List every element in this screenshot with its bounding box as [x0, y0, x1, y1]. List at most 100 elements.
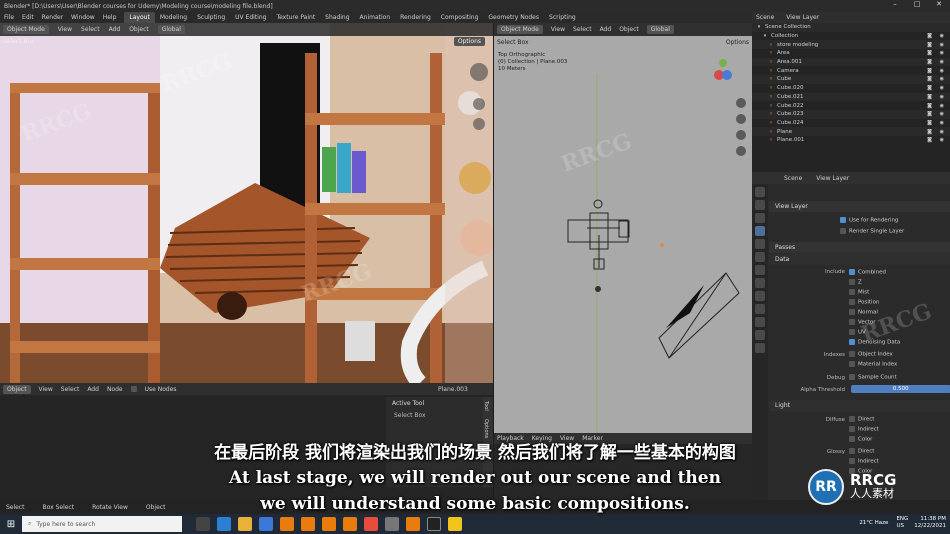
close-icon[interactable]: ✕ — [928, 0, 950, 8]
render-toggle-icon[interactable]: ◙ — [927, 50, 932, 56]
alpha-threshold-slider[interactable]: 0.500 — [850, 385, 950, 393]
menu-add-nodes[interactable]: Add — [87, 386, 99, 393]
task-view-icon[interactable] — [196, 517, 210, 531]
particles-tab-icon[interactable] — [755, 291, 765, 301]
terminal-icon[interactable] — [427, 517, 441, 531]
include-pass-checkbox[interactable] — [849, 299, 855, 305]
render-toggle-icon[interactable]: ◙ — [927, 76, 932, 82]
visibility-eye-icon[interactable]: ◉ — [940, 68, 944, 74]
viewport-3d-top-ortho[interactable]: Object Mode View Select Add Object Globa… — [494, 23, 752, 433]
select-box-label[interactable]: Select Box — [3, 38, 35, 45]
output-tab-icon[interactable] — [755, 213, 765, 223]
blender-icon-5[interactable] — [406, 517, 420, 531]
edge-icon[interactable] — [217, 517, 231, 531]
include-pass-checkbox[interactable] — [849, 339, 855, 345]
material-index-checkbox[interactable] — [849, 361, 855, 367]
menu-window[interactable]: Window — [71, 14, 95, 21]
use-for-rendering-checkbox[interactable] — [840, 217, 846, 223]
include-pass-toggle[interactable]: Normal — [849, 309, 878, 316]
tab-scripting[interactable]: Scripting — [544, 12, 581, 23]
render-toggle-icon[interactable]: ◙ — [927, 129, 932, 135]
include-pass-checkbox[interactable] — [849, 279, 855, 285]
tab-texture-paint[interactable]: Texture Paint — [271, 12, 320, 23]
outliner-row[interactable]: ▿ Cube.022 ◙ ◉ — [752, 101, 950, 110]
menu-select-right[interactable]: Select — [573, 26, 592, 33]
render-toggle-icon[interactable]: ◙ — [927, 59, 932, 65]
outliner-row[interactable]: ▿ store modeling ◙ ◉ — [752, 40, 950, 50]
visibility-eye-icon[interactable]: ◉ — [940, 42, 944, 48]
scene-tab-icon[interactable] — [755, 239, 765, 249]
visibility-eye-icon[interactable]: ◉ — [940, 76, 944, 82]
section-data[interactable]: Data — [769, 254, 950, 265]
language-indicator[interactable]: ENG US — [896, 516, 908, 530]
diffuse-direct-checkbox[interactable] — [849, 416, 855, 422]
menu-select[interactable]: Select — [81, 26, 100, 33]
menu-help[interactable]: Help — [103, 14, 117, 21]
outliner-row[interactable]: ▾ Scene Collection — [752, 23, 950, 32]
tab-rendering[interactable]: Rendering — [395, 12, 436, 23]
outliner-row[interactable]: ▿ Cube ◙ ◉ — [752, 75, 950, 84]
visibility-eye-icon[interactable]: ◉ — [940, 94, 944, 100]
diffuse-indirect-checkbox[interactable] — [849, 426, 855, 432]
orientation-dropdown-right[interactable]: Global — [646, 25, 674, 34]
store-icon[interactable] — [259, 517, 273, 531]
visibility-eye-icon[interactable]: ◉ — [940, 59, 944, 65]
include-pass-toggle[interactable]: Mist — [849, 289, 869, 296]
tab-modeling[interactable]: Modeling — [155, 12, 192, 23]
view-layer-tab-icon[interactable] — [755, 226, 765, 236]
tab-layout[interactable]: Layout — [124, 12, 155, 23]
outliner-row[interactable]: ▿ Plane.001 ◙ ◉ — [752, 136, 950, 145]
orientation-dropdown[interactable]: Global — [157, 25, 185, 34]
tab-tool[interactable]: Tool — [483, 401, 489, 411]
outliner-row[interactable]: ▿ Area.001 ◙ ◉ — [752, 57, 950, 67]
include-pass-toggle[interactable]: Combined — [849, 269, 886, 276]
visibility-eye-icon[interactable]: ◉ — [940, 33, 944, 39]
constraints-tab-icon[interactable] — [755, 317, 765, 327]
outliner-row[interactable]: ▿ Camera ◙ ◉ — [752, 66, 950, 75]
menu-select-nodes[interactable]: Select — [61, 386, 80, 393]
render-toggle-icon[interactable]: ◙ — [927, 42, 932, 48]
file-explorer-icon[interactable] — [238, 517, 252, 531]
breadcrumb-view-layer[interactable]: View Layer — [816, 175, 849, 182]
navigation-gizmo[interactable] — [470, 63, 488, 81]
menu-add[interactable]: Add — [109, 26, 121, 33]
tab-compositing[interactable]: Compositing — [436, 12, 484, 23]
outliner-row[interactable]: ▿ Cube.024 ◙ ◉ — [752, 119, 950, 128]
pan-icon[interactable] — [473, 118, 485, 130]
tool-tab-icon[interactable] — [755, 187, 765, 197]
menu-view-nodes[interactable]: View — [39, 386, 53, 393]
menu-node[interactable]: Node — [107, 386, 123, 393]
diffuse-indirect-toggle[interactable]: Indirect — [849, 426, 879, 433]
active-tool-title[interactable]: Active Tool — [386, 397, 483, 410]
outliner-row[interactable]: ▾ Collection ◙ ◉ — [752, 32, 950, 41]
render-single-layer-toggle[interactable]: Render Single Layer — [840, 228, 904, 235]
options-dropdown[interactable]: Options — [453, 37, 485, 46]
object-index-checkbox[interactable] — [849, 351, 855, 357]
sample-count-checkbox[interactable] — [849, 374, 855, 380]
outliner-view-layer[interactable]: View Layer — [786, 14, 819, 21]
visibility-eye-icon[interactable]: ◉ — [940, 111, 944, 117]
visibility-eye-icon[interactable]: ◉ — [940, 137, 944, 143]
outliner-row[interactable]: ▿ Area ◙ ◉ — [752, 49, 950, 58]
render-toggle-icon[interactable]: ◙ — [927, 68, 932, 74]
include-pass-checkbox[interactable] — [849, 289, 855, 295]
maximize-icon[interactable]: □ — [906, 0, 928, 8]
use-for-rendering-toggle[interactable]: Use for Rendering — [840, 217, 898, 224]
menu-view-right[interactable]: View — [551, 26, 565, 33]
taskbar-search[interactable]: ⌕ Type here to search — [22, 516, 182, 532]
material-slot[interactable]: Plane.003 — [438, 386, 468, 393]
include-pass-checkbox[interactable] — [849, 319, 855, 325]
outliner-row[interactable]: ▿ Cube.023 ◙ ◉ — [752, 109, 950, 119]
data-tab-icon[interactable] — [755, 330, 765, 340]
render-single-layer-checkbox[interactable] — [840, 228, 846, 234]
include-pass-checkbox[interactable] — [849, 329, 855, 335]
object-tab-icon[interactable] — [755, 265, 765, 275]
menu-object[interactable]: Object — [129, 26, 149, 33]
chrome-icon[interactable] — [364, 517, 378, 531]
mode-dropdown[interactable]: Object Mode — [3, 25, 49, 34]
tab-animation[interactable]: Animation — [355, 12, 396, 23]
breadcrumb-scene[interactable]: Scene — [784, 175, 802, 182]
weather-text[interactable]: 21°C Haze — [859, 520, 888, 526]
menu-view[interactable]: View — [58, 26, 72, 33]
menu-edit[interactable]: Edit — [22, 14, 34, 21]
